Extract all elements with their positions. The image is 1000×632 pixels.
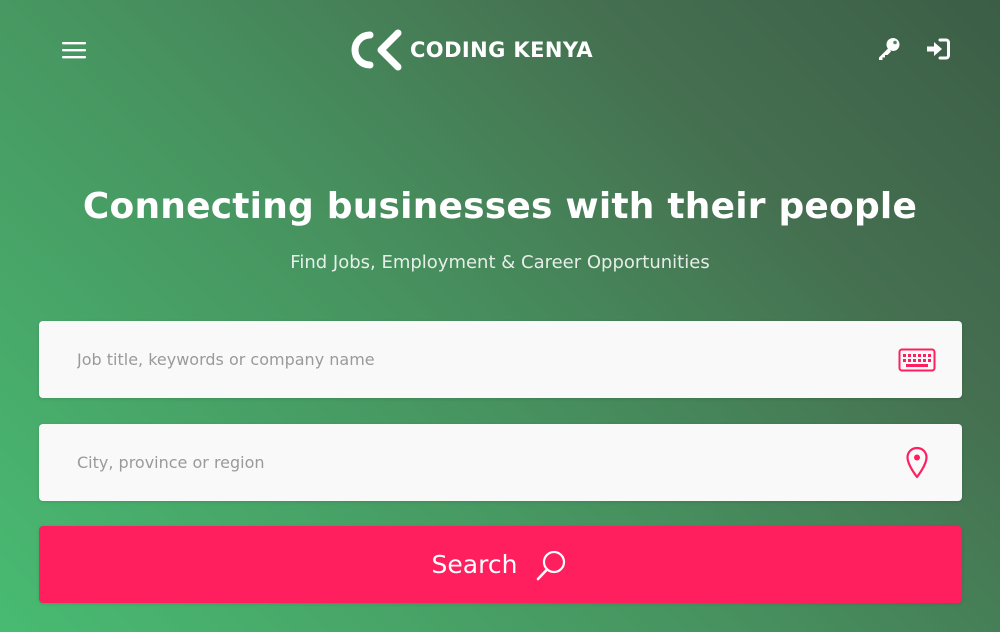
site-header: CODING KENYA [0, 0, 1000, 100]
search-button[interactable]: Search [39, 526, 962, 603]
menu-button[interactable] [56, 32, 92, 68]
location-input[interactable] [77, 424, 897, 501]
brand-mark-icon [351, 29, 402, 71]
map-pin-icon [897, 444, 937, 482]
hero-subtitle: Find Jobs, Employment & Career Opportuni… [290, 252, 710, 273]
hero-title: Connecting businesses with their people [82, 186, 918, 227]
hamburger-menu-icon [62, 42, 86, 59]
sign-in-icon [927, 38, 950, 60]
keyword-input[interactable] [77, 321, 897, 398]
sign-in-button[interactable] [922, 33, 954, 65]
keyboard-icon [897, 341, 937, 379]
keyword-field [39, 321, 962, 398]
location-field [39, 424, 962, 501]
brand-name: CODING KENYA [410, 38, 594, 62]
search-button-label: Search [431, 550, 518, 579]
key-icon [879, 38, 900, 60]
site-logo[interactable]: CODING KENYA [344, 26, 593, 74]
search-icon [533, 547, 569, 583]
key-button[interactable] [873, 33, 905, 65]
